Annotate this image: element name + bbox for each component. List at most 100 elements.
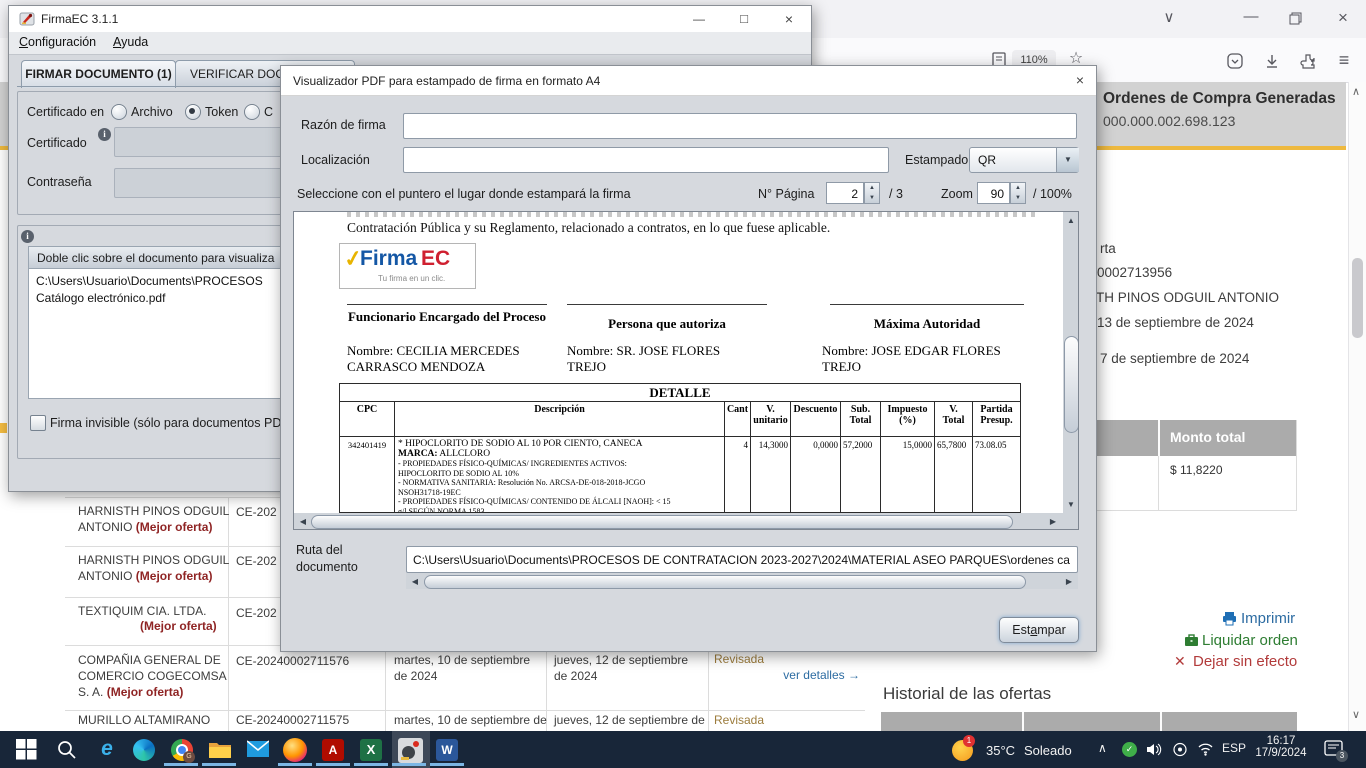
pagina-spinner-buttons[interactable]: ▲ ▼ [864, 182, 880, 204]
edge-icon[interactable] [133, 739, 155, 761]
razon-label: Razón de firma [301, 118, 386, 132]
scrollbar-thumb[interactable] [1352, 258, 1363, 338]
dejar-sin-efecto-link[interactable]: Dejar sin efecto [1193, 653, 1297, 670]
pdf-viewer[interactable]: Contratación Pública y su Reglamento, re… [293, 211, 1079, 530]
notification-center-icon[interactable]: 3 [1324, 740, 1343, 763]
estampado-select[interactable]: QR ▼ [969, 147, 1079, 173]
pdf-page[interactable]: Contratación Pública y su Reglamento, re… [294, 212, 1063, 513]
pagina-spinner[interactable]: 2 [826, 182, 864, 204]
spin-up-icon[interactable]: ▲ [865, 183, 879, 193]
certificado-label: Certificado [27, 136, 87, 150]
zoom-label: Zoom [941, 187, 973, 201]
cell-sub-total: 57,2000 [841, 437, 881, 513]
localizacion-input[interactable] [403, 147, 889, 173]
firmaec-titlebar[interactable]: FirmaEC 3.1.1 — □ × [9, 6, 811, 33]
spin-up-icon[interactable]: ▲ [1011, 183, 1025, 193]
razon-input[interactable] [403, 113, 1077, 139]
time: 16:17 [1250, 735, 1312, 747]
pocket-icon[interactable] [1226, 52, 1244, 75]
mail-icon[interactable] [247, 740, 269, 763]
radio-third[interactable] [244, 104, 260, 120]
liquidar-orden-link[interactable]: Liquidar orden [1202, 632, 1298, 649]
dialog-titlebar[interactable]: Visualizador PDF para estampado de firma… [281, 66, 1096, 96]
meet-now-icon[interactable] [1172, 742, 1188, 762]
clock[interactable]: 16:17 17/9/2024 [1250, 735, 1312, 759]
zoom-spinner-buttons[interactable]: ▲ ▼ [1010, 182, 1026, 204]
pdf-hscroll-thumb[interactable] [311, 515, 1013, 529]
browser-close-button[interactable]: × [1332, 8, 1354, 28]
scroll-up-icon[interactable]: ▲ [1063, 216, 1079, 225]
maximize-button[interactable]: □ [729, 7, 759, 31]
divider [1160, 712, 1162, 731]
excel-icon[interactable]: X [360, 739, 382, 761]
browser-scrollbar[interactable] [1348, 82, 1366, 731]
scroll-left-icon[interactable]: ◀ [408, 577, 422, 586]
hamburger-menu-icon[interactable]: ≡ [1333, 50, 1355, 70]
browser-minimize-button[interactable]: — [1240, 7, 1262, 27]
word-icon[interactable]: W [436, 739, 458, 761]
minimize-button[interactable]: — [684, 7, 714, 31]
column-header: Descripción [395, 402, 725, 436]
table-row[interactable]: HARNISTH PINOS ODGUIL ANTONIO (Mejor ofe… [78, 552, 233, 584]
tray-expand-icon[interactable]: ∧ [1098, 741, 1107, 755]
contrasena-label: Contraseña [27, 175, 92, 189]
antivirus-tray-icon[interactable]: ✓ [1122, 742, 1137, 757]
desc-line: MARCA: ALLCLORO [398, 449, 721, 459]
downloads-icon[interactable] [1263, 52, 1281, 75]
radio-token[interactable] [185, 104, 201, 120]
scroll-up-icon[interactable]: ∧ [1352, 85, 1360, 98]
menu-ayuda[interactable]: Ayuda [113, 35, 148, 49]
ver-detalles-link[interactable]: ver detalles → [714, 668, 860, 682]
order-date: jueves, 12 de septiembre de [554, 713, 705, 727]
chrome-icon[interactable]: G [171, 739, 193, 761]
ruta-hscroll-thumb[interactable] [424, 575, 1026, 589]
pagina-total: / 3 [889, 187, 903, 201]
volume-icon[interactable] [1146, 742, 1162, 762]
estampar-button[interactable]: Estampar [999, 617, 1079, 643]
info-icon[interactable]: i [21, 230, 34, 243]
zoom-spinner[interactable]: 90 [977, 182, 1010, 204]
menu-configuracion[interactable]: CConfiguraciónonfiguración [19, 35, 96, 49]
table-row[interactable]: HARNISTH PINOS ODGUIL ANTONIO (Mejor ofe… [78, 503, 233, 535]
extensions-icon[interactable] [1299, 52, 1317, 75]
spin-down-icon[interactable]: ▼ [1011, 193, 1025, 203]
tab-list-chevron-icon[interactable]: ∨ [1158, 8, 1180, 28]
internet-explorer-icon[interactable]: e [95, 737, 119, 761]
firma-invisible-checkbox[interactable] [30, 415, 46, 431]
radio-archivo[interactable] [111, 104, 127, 120]
order-code: CE-202 [236, 606, 277, 620]
firmaec-taskbar-icon[interactable] [398, 738, 423, 763]
scroll-down-icon[interactable]: ∨ [1352, 708, 1360, 721]
browser-restore-button[interactable] [1288, 11, 1304, 32]
search-icon[interactable] [56, 739, 77, 765]
close-button[interactable]: × [774, 7, 804, 31]
briefcase-icon[interactable] [1184, 633, 1199, 653]
acrobat-icon[interactable]: A [322, 739, 344, 761]
file-explorer-icon[interactable] [208, 740, 232, 765]
cell-v-unitario: 14,3000 [751, 437, 791, 513]
scroll-right-icon[interactable]: ▶ [1046, 517, 1060, 526]
firefox-icon[interactable] [283, 738, 307, 762]
scroll-down-icon[interactable]: ▼ [1063, 500, 1079, 509]
info-icon[interactable]: i [98, 128, 111, 141]
spin-down-icon[interactable]: ▼ [865, 193, 879, 203]
scroll-right-icon[interactable]: ▶ [1062, 577, 1076, 586]
scroll-left-icon[interactable]: ◀ [296, 517, 310, 526]
dropdown-button[interactable]: ▼ [1056, 148, 1079, 172]
printer-icon[interactable] [1222, 611, 1237, 631]
signature-rule [567, 304, 767, 305]
imprimir-link[interactable]: Imprimir [1241, 610, 1295, 627]
table-row[interactable]: COMPAÑIA GENERAL DE COMERCIO COGECOMSA S… [78, 652, 236, 700]
pdf-vscroll-thumb[interactable] [1064, 336, 1079, 433]
pdf-intro-line: Contratación Pública y su Reglamento, re… [347, 220, 830, 236]
wifi-icon[interactable] [1197, 742, 1214, 761]
tab-firmar-documento[interactable]: FIRMAR DOCUMENTO (1) [21, 60, 176, 88]
language-indicator[interactable]: ESP [1222, 741, 1246, 755]
monto-header-label: Monto total [1170, 429, 1245, 445]
dialog-close-button[interactable]: × [1069, 68, 1091, 92]
active-indicator [278, 763, 312, 766]
weather-widget[interactable]: 1 35°C Soleado [950, 737, 1090, 767]
ruta-input[interactable]: C:\Users\Usuario\Documents\PROCESOS DE C… [406, 546, 1078, 573]
start-button[interactable] [16, 739, 37, 765]
x-icon[interactable]: ✕ [1174, 653, 1186, 670]
